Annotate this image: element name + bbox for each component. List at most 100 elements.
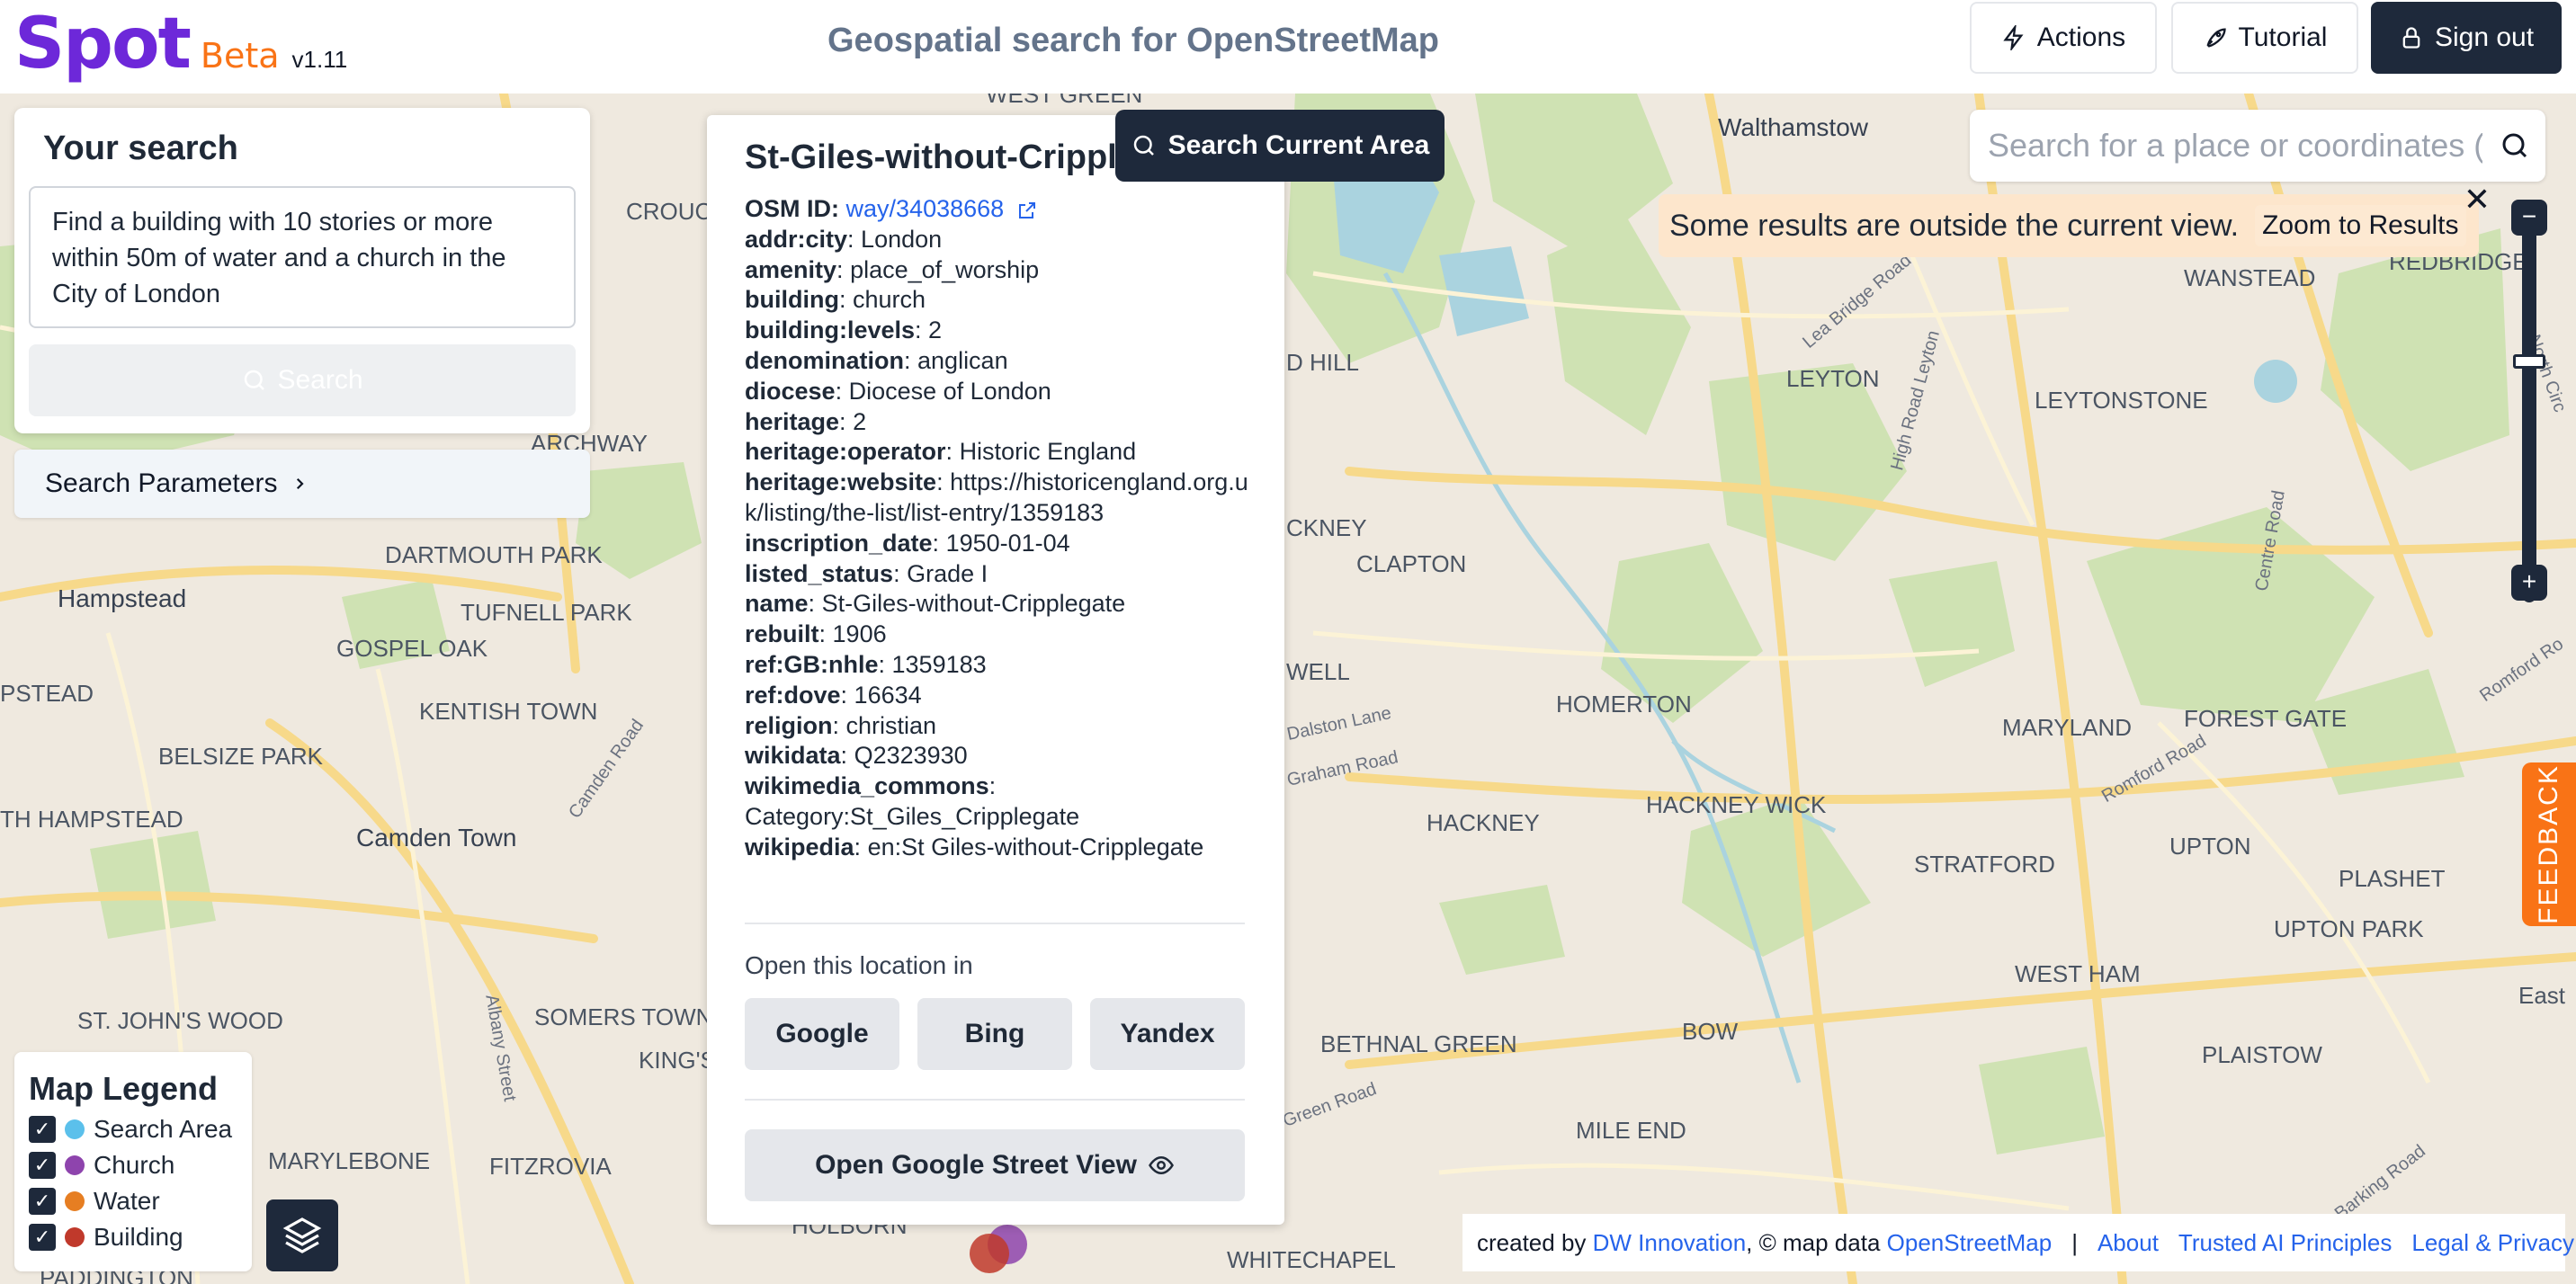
search-parameters-toggle[interactable]: Search Parameters xyxy=(14,450,590,518)
lock-icon xyxy=(2402,27,2420,49)
property-value: Category:St_Giles_Cripplegate xyxy=(745,802,1080,830)
dw-innovation-link[interactable]: DW Innovation xyxy=(1593,1229,1747,1257)
map-label: GOSPEL OAK xyxy=(336,635,488,662)
search-parameters-label: Search Parameters xyxy=(45,468,278,498)
map-label: SOMERS TOWN xyxy=(534,1003,713,1030)
property-key: wikimedia_commons xyxy=(745,772,989,800)
divider xyxy=(745,1099,1245,1101)
map-legend: Map Legend ✓ Search Area ✓ Church ✓ Wate… xyxy=(14,1052,252,1271)
eye-icon xyxy=(1148,1155,1174,1175)
property-row: name: St-Giles-without-Cripplegate xyxy=(745,590,1126,618)
property-value: Diocese of London xyxy=(848,377,1051,405)
place-search-placeholder: Search for a place or coordinates (lat, … xyxy=(1988,127,2482,164)
about-link[interactable]: About xyxy=(2097,1229,2159,1257)
property-key: religion xyxy=(745,711,833,739)
property-row: wikimedia_commons: Category:St_Giles_Cri… xyxy=(745,772,1080,830)
close-notice-icon[interactable]: ✕ xyxy=(2461,183,2493,216)
search-panel: Your search Find a building with 10 stor… xyxy=(14,108,590,433)
property-key: inscription_date xyxy=(745,529,933,557)
map-label: STRATFORD xyxy=(1914,851,2055,878)
map-label: WHITECHAPEL xyxy=(1227,1246,1396,1273)
property-row: ref:dove: 16634 xyxy=(745,681,922,709)
checkbox-checked-icon[interactable]: ✓ xyxy=(29,1152,56,1179)
tutorial-button[interactable]: Tutorial xyxy=(2171,2,2358,74)
property-row: heritage:website: https://historicenglan… xyxy=(745,468,1248,526)
map-label: Walthamstow xyxy=(1718,113,1869,141)
openstreetmap-link[interactable]: OpenStreetMap xyxy=(1887,1229,2053,1257)
search-button[interactable]: Search xyxy=(29,344,576,416)
chevron-right-icon xyxy=(297,477,305,490)
property-row: amenity: place_of_worship xyxy=(745,255,1040,283)
zoom-in-button[interactable]: + xyxy=(2511,565,2547,601)
zoom-slider[interactable]: − + xyxy=(2511,200,2547,602)
checkbox-checked-icon[interactable]: ✓ xyxy=(29,1188,56,1215)
legend-item-search-area[interactable]: ✓ Search Area xyxy=(29,1115,237,1144)
property-key: OSM ID xyxy=(745,195,832,222)
search-query-textarea[interactable]: Find a building with 10 stories or more … xyxy=(29,186,576,328)
property-value: Q2323930 xyxy=(854,742,968,770)
open-yandex-button[interactable]: Yandex xyxy=(1090,998,1245,1070)
app-header: Spot Beta v1.11 Geospatial search for Op… xyxy=(0,0,2576,94)
property-key: heritage:operator xyxy=(745,438,946,466)
map-label: D HILL xyxy=(1286,349,1359,376)
street-view-button[interactable]: Open Google Street View xyxy=(745,1129,1245,1201)
property-row: building: church xyxy=(745,286,926,314)
map-label: WANSTEAD xyxy=(2184,264,2316,291)
property-value: London xyxy=(861,225,943,253)
search-current-area-button[interactable]: Search Current Area xyxy=(1115,110,1445,182)
zoom-handle[interactable] xyxy=(2513,354,2545,370)
layers-button[interactable] xyxy=(266,1199,338,1271)
property-value: 2 xyxy=(853,407,867,435)
legend-label: Building xyxy=(94,1223,183,1251)
place-search-input[interactable]: Search for a place or coordinates (lat, … xyxy=(1970,110,2545,182)
search-icon[interactable] xyxy=(2499,129,2531,162)
trusted-ai-link[interactable]: Trusted AI Principles xyxy=(2178,1229,2392,1257)
legend-color-dot xyxy=(65,1191,85,1211)
map-label: Hampstead xyxy=(58,584,187,612)
signout-button[interactable]: Sign out xyxy=(2371,2,2562,74)
map-label: MARYLEBONE xyxy=(268,1147,431,1174)
property-key: name xyxy=(745,590,809,618)
property-key: wikidata xyxy=(745,742,841,770)
external-link-icon[interactable] xyxy=(1016,200,1038,221)
property-row: addr:city: London xyxy=(745,225,943,253)
legend-item-building[interactable]: ✓ Building xyxy=(29,1223,237,1252)
map-label: HACKNEY WICK xyxy=(1646,791,1827,818)
zoom-out-button[interactable]: − xyxy=(2511,200,2547,236)
map-label: BOW xyxy=(1682,1018,1739,1045)
property-value: 1359183 xyxy=(891,650,987,678)
osm-id-link[interactable]: way/34038668 xyxy=(846,195,1005,222)
legal-privacy-link[interactable]: Legal & Privacy xyxy=(2411,1229,2574,1257)
property-key: heritage xyxy=(745,407,840,435)
checkbox-checked-icon[interactable]: ✓ xyxy=(29,1224,56,1251)
feedback-tab[interactable]: FEEDBACK xyxy=(2522,762,2576,926)
property-row: heritage: 2 xyxy=(745,407,867,435)
legend-item-water[interactable]: ✓ Water xyxy=(29,1187,237,1216)
footer-separator: | xyxy=(2071,1228,2078,1256)
created-by-text: created by xyxy=(1477,1228,1587,1256)
map-label: Camden Town xyxy=(356,824,517,852)
map-label: East xyxy=(2518,982,2566,1009)
map-label: MILE END xyxy=(1576,1117,1686,1144)
layers-icon xyxy=(282,1217,322,1253)
actions-button[interactable]: Actions xyxy=(1970,2,2157,74)
checkbox-checked-icon[interactable]: ✓ xyxy=(29,1116,56,1143)
legend-label: Church xyxy=(94,1151,175,1179)
map-label: ST. JOHN'S WOOD xyxy=(77,1007,283,1034)
zoom-to-results-button[interactable]: Zoom to Results xyxy=(2255,205,2466,246)
legend-item-church[interactable]: ✓ Church xyxy=(29,1151,237,1180)
property-row: denomination: anglican xyxy=(745,346,1008,374)
property-value: 1950-01-04 xyxy=(945,529,1070,557)
open-bing-button[interactable]: Bing xyxy=(917,998,1072,1070)
attribution-footer: created by DW Innovation, © map data Ope… xyxy=(1462,1214,2574,1271)
map-label: MARYLAND xyxy=(2002,714,2133,741)
signout-label: Sign out xyxy=(2434,22,2535,52)
property-value: Grade I xyxy=(907,559,988,587)
zoom-track[interactable] xyxy=(2522,200,2536,602)
map-label: TH HAMPSTEAD xyxy=(0,806,183,833)
map-label: CLAPTON xyxy=(1356,550,1467,577)
open-google-button[interactable]: Google xyxy=(745,998,899,1070)
legend-title: Map Legend xyxy=(29,1070,219,1107)
map-label: TUFNELL PARK xyxy=(461,599,632,626)
lightning-icon xyxy=(2003,25,2024,50)
